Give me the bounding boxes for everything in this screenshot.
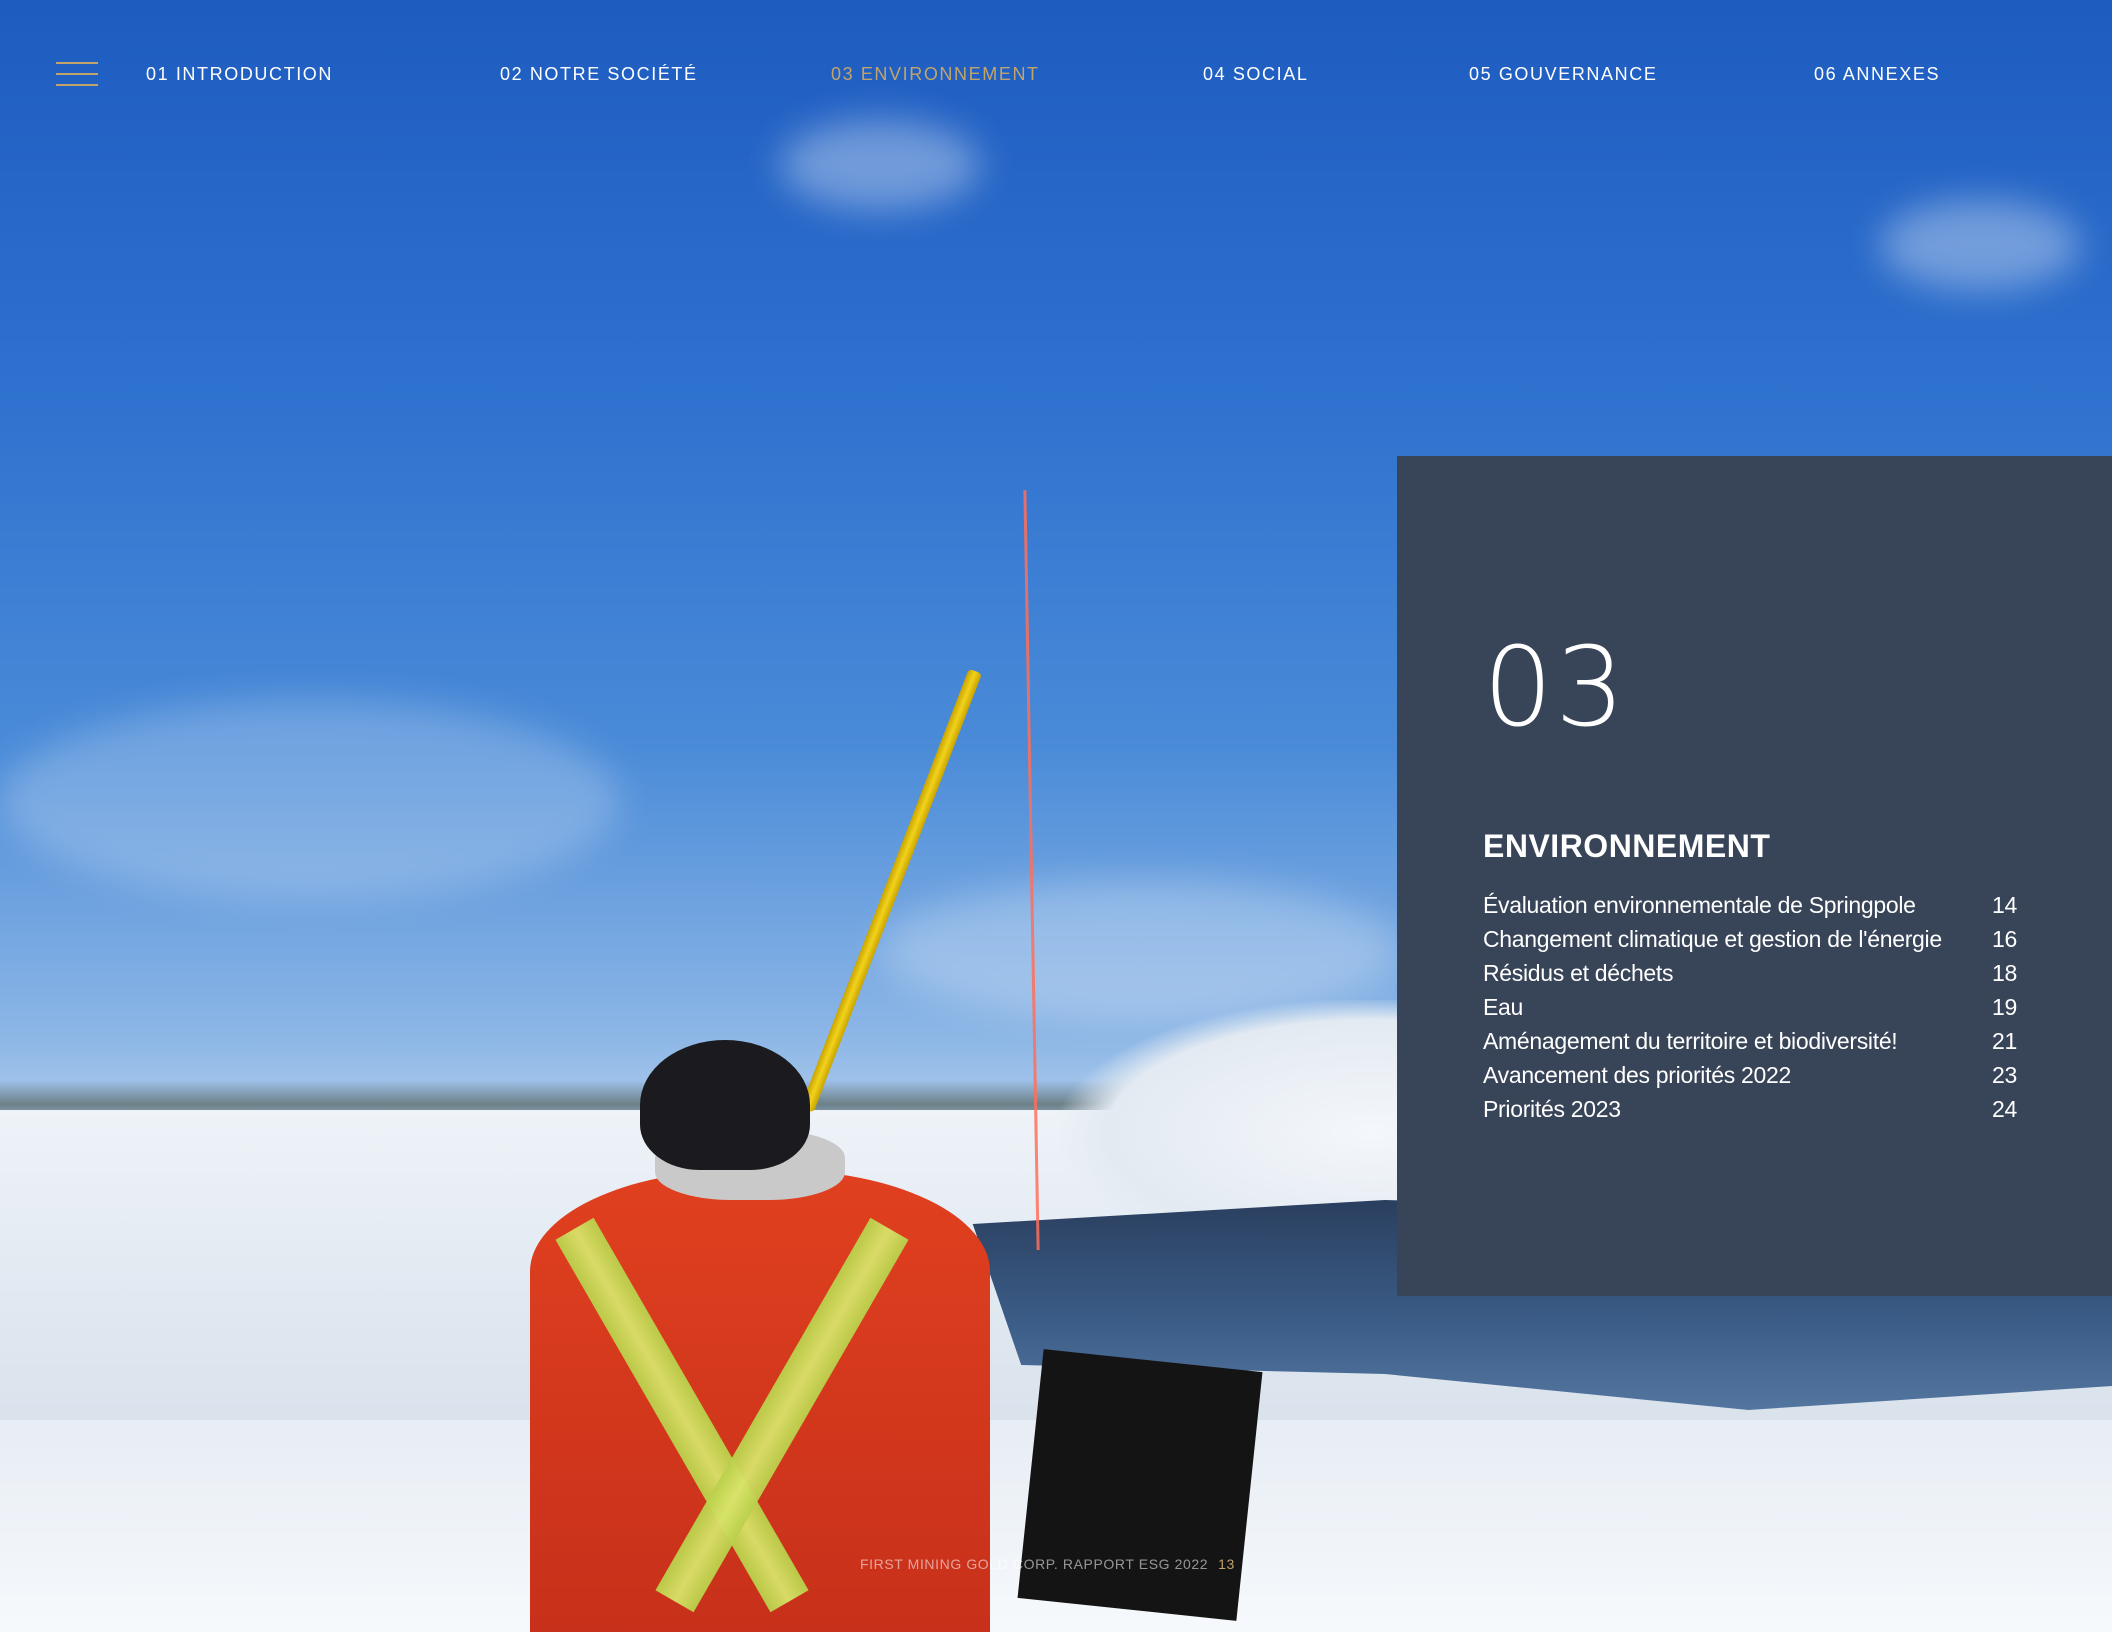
toc-item-page: 23	[1992, 1062, 2017, 1088]
cloud	[1880, 200, 2080, 290]
toc-item[interactable]: Avancement des priorités 2022 23	[1483, 1062, 2017, 1096]
toc-item-page: 16	[1992, 926, 2017, 952]
toc-item-label: Aménagement du territoire et biodiversit…	[1483, 1028, 1898, 1054]
hamburger-line	[56, 73, 98, 75]
nav-item-environnement[interactable]: 03 ENVIRONNEMENT	[831, 64, 1040, 85]
toc-item-label: Résidus et déchets	[1483, 960, 1674, 986]
toc-item[interactable]: Résidus et déchets 18	[1483, 960, 2017, 994]
toc-item[interactable]: Eau 19	[1483, 994, 2017, 1028]
cloud	[880, 880, 1400, 1020]
page-number: 13	[1218, 1556, 1235, 1572]
nav-item-notre-societe[interactable]: 02 NOTRE SOCIÉTÉ	[500, 64, 698, 85]
toc-item-page: 24	[1992, 1096, 2017, 1122]
toc-item[interactable]: Aménagement du territoire et biodiversit…	[1483, 1028, 2017, 1062]
toc-item-page: 19	[1992, 994, 2017, 1020]
toc-item-label: Priorités 2023	[1483, 1096, 1621, 1122]
nav-item-annexes[interactable]: 06 ANNEXES	[1814, 64, 1940, 85]
nav-item-gouvernance[interactable]: 05 GOUVERNANCE	[1469, 64, 1657, 85]
toc-item-page: 21	[1992, 1028, 2017, 1054]
toc-item[interactable]: Évaluation environnementale de Springpol…	[1483, 892, 2017, 926]
chapter-number: 03	[1483, 623, 1627, 751]
toc-item[interactable]: Priorités 2023 24	[1483, 1096, 2017, 1130]
toc-item-label: Évaluation environnementale de Springpol…	[1483, 892, 1916, 918]
hamburger-menu-icon[interactable]	[56, 62, 98, 86]
hamburger-line	[56, 84, 98, 86]
cloud	[0, 700, 620, 900]
nav-item-introduction[interactable]: 01 INTRODUCTION	[146, 64, 333, 85]
toc-item[interactable]: Changement climatique et gestion de l'én…	[1483, 926, 2017, 960]
toc-item-page: 18	[1992, 960, 2017, 986]
nav-item-social[interactable]: 04 SOCIAL	[1203, 64, 1308, 85]
toc-item-label: Avancement des priorités 2022	[1483, 1062, 1791, 1088]
person-hat	[640, 1040, 810, 1170]
chapter-title: ENVIRONNEMENT	[1483, 828, 1771, 864]
table-of-contents: Évaluation environnementale de Springpol…	[1483, 892, 2017, 1130]
chapter-panel: 03 ENVIRONNEMENT Évaluation environnemen…	[1397, 456, 2112, 1296]
equipment-bag	[1017, 1349, 1263, 1621]
page-footer: FIRST MINING GOLD CORP. RAPPORT ESG 2022…	[860, 1556, 1235, 1572]
top-nav: 01 INTRODUCTION 02 NOTRE SOCIÉTÉ 03 ENVI…	[0, 0, 2112, 150]
toc-item-page: 14	[1992, 892, 2017, 918]
toc-item-label: Eau	[1483, 994, 1524, 1020]
toc-item-label: Changement climatique et gestion de l'én…	[1483, 926, 1942, 952]
footer-text: FIRST MINING GOLD CORP. RAPPORT ESG 2022	[860, 1556, 1209, 1572]
hamburger-line	[56, 62, 98, 64]
